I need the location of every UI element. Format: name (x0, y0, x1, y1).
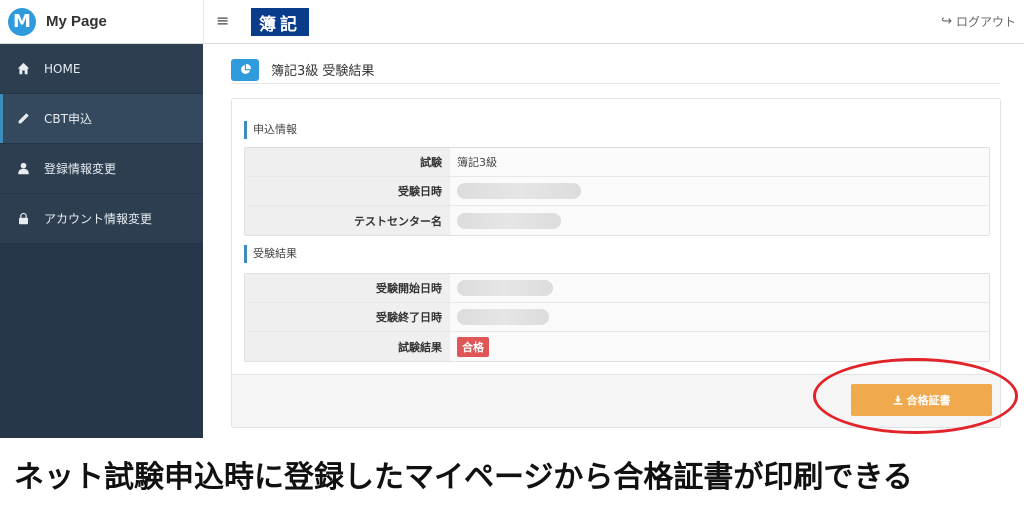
table-row: 受験開始日時 (245, 274, 989, 303)
app-title: My Page (46, 13, 107, 30)
table-row: 試験結果 合格 (245, 332, 989, 361)
redacted-value (457, 280, 553, 296)
page-title: 簿記3級 受験結果 (271, 64, 375, 79)
row-value (450, 177, 989, 205)
sidebar-item-cbt[interactable]: CBT申込 (0, 94, 203, 144)
section-label-result: 受験結果 (244, 245, 297, 263)
card-footer: 合格証書 (232, 374, 1000, 427)
redacted-value (457, 309, 549, 325)
download-icon (893, 395, 902, 405)
section-label-application: 申込情報 (244, 121, 297, 139)
pencil-icon (16, 112, 30, 125)
result-card: 申込情報 試験 簿記3級 受験日時 テストセンター名 受験結果 受験開始日時 受… (231, 98, 1001, 428)
top-bar: ≡ 簿記 ↪ ログアウト (203, 0, 1024, 44)
hamburger-icon[interactable]: ≡ (216, 11, 229, 30)
row-value (450, 206, 989, 235)
app-logo: M (8, 7, 36, 36)
table-row: テストセンター名 (245, 206, 989, 235)
sidebar: HOME CBT申込 登録情報変更 アカウント情報変更 (0, 44, 203, 438)
home-icon (16, 62, 30, 75)
row-key: 受験終了日時 (245, 303, 450, 331)
redacted-value (457, 183, 581, 199)
caption-text: ネット試験申込時に登録したマイページから合格証書が印刷できる (0, 438, 1024, 510)
row-key: テストセンター名 (245, 206, 450, 235)
table-row: 試験 簿記3級 (245, 148, 989, 177)
sidebar-item-label: 登録情報変更 (44, 162, 117, 176)
row-key: 試験結果 (245, 332, 450, 361)
table-row: 受験日時 (245, 177, 989, 206)
sidebar-item-home[interactable]: HOME (0, 44, 203, 94)
sidebar-item-profile[interactable]: 登録情報変更 (0, 144, 203, 194)
sidebar-item-label: アカウント情報変更 (44, 212, 153, 226)
sidebar-item-label: CBT申込 (44, 112, 92, 126)
redacted-value (457, 212, 561, 229)
pie-chart-icon (231, 58, 259, 81)
row-key: 受験日時 (245, 177, 450, 205)
sidebar-item-account[interactable]: アカウント情報変更 (0, 194, 203, 244)
certificate-download-button[interactable]: 合格証書 (851, 384, 992, 416)
row-key: 受験開始日時 (245, 274, 450, 302)
sidebar-item-label: HOME (44, 61, 81, 76)
status-badge: 合格 (457, 336, 489, 357)
main-content: 簿記3級 受験結果 申込情報 試験 簿記3級 受験日時 テストセンター名 受験結… (203, 44, 1024, 438)
sign-out-icon: ↪ (941, 14, 952, 29)
row-value: 合格 (450, 332, 989, 361)
certificate-button-label: 合格証書 (906, 394, 951, 407)
user-icon (16, 162, 30, 175)
logout-label: ログアウト (955, 15, 1016, 29)
brand-area[interactable]: M My Page (0, 0, 203, 44)
lock-icon (16, 212, 30, 225)
row-value (450, 303, 989, 331)
row-key: 試験 (245, 148, 450, 176)
page-header: 簿記3級 受験結果 (231, 56, 1000, 84)
table-row: 受験終了日時 (245, 303, 989, 332)
sidebar-empty-area (0, 244, 203, 438)
result-info-table: 受験開始日時 受験終了日時 試験結果 合格 (244, 273, 990, 362)
logout-link[interactable]: ↪ ログアウト (941, 13, 1016, 30)
row-value (450, 274, 989, 302)
row-value: 簿記3級 (450, 148, 989, 176)
application-info-table: 試験 簿記3級 受験日時 テストセンター名 (244, 147, 990, 236)
boki-logo: 簿記 (251, 8, 309, 36)
